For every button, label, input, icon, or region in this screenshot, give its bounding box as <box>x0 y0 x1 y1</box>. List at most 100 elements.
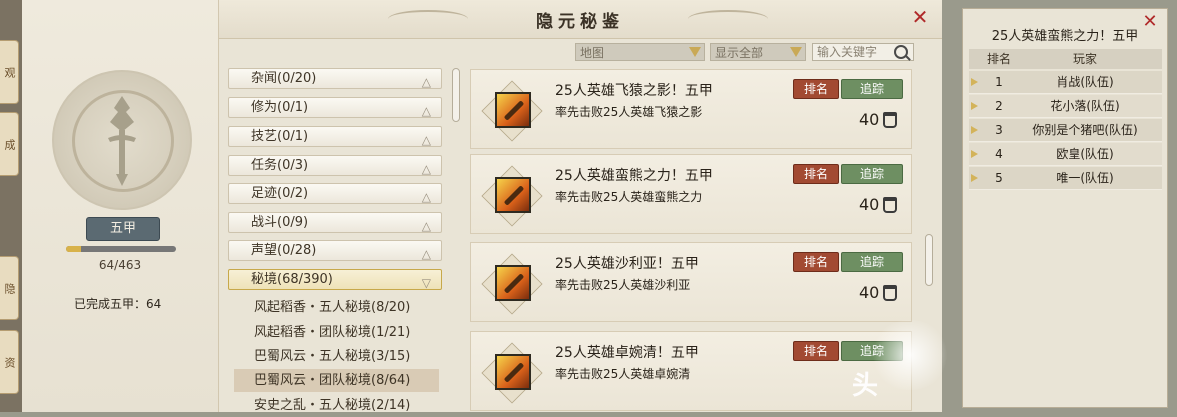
rank-button[interactable]: 排名 <box>793 252 839 272</box>
category-item[interactable]: 任务(0/3) △ <box>228 155 442 176</box>
track-button[interactable]: 追踪 <box>841 164 903 184</box>
track-button[interactable]: 追踪 <box>841 79 903 99</box>
achievement-desc: 率先击败25人英雄卓婉清 <box>555 367 691 381</box>
progress-fill <box>66 246 82 252</box>
player-name: 唯一(队伍) <box>1056 171 1114 185</box>
sub-category-item[interactable]: 巴蜀风云・五人秘境(3/15) <box>234 345 439 368</box>
category-item-active[interactable]: 秘境(68/390) ▽ <box>228 269 442 290</box>
watermark-glow <box>870 320 950 390</box>
reward-icon <box>883 197 897 213</box>
sub-category-item[interactable]: 安史之乱・五人秘境(2/14) <box>234 394 439 417</box>
map-dropdown[interactable]: 地图 <box>575 43 705 61</box>
rank-number: 3 <box>995 123 1003 137</box>
category-item[interactable]: 战斗(0/9) △ <box>228 212 442 233</box>
collapse-arrow-icon: △ <box>421 247 431 261</box>
row-marker-icon <box>971 174 978 182</box>
col-rank-header: 排名 <box>987 52 1012 66</box>
track-button[interactable]: 追踪 <box>841 252 903 272</box>
rank-button[interactable]: 排名 <box>793 164 839 184</box>
side-tab-3[interactable]: 隐 <box>0 256 19 320</box>
category-label: 修为(0/1) <box>251 100 309 115</box>
achievement-icon <box>495 177 531 213</box>
close-ranking-button[interactable]: ✕ <box>1141 13 1159 31</box>
side-tab-1[interactable]: 观 <box>0 40 19 104</box>
ranking-header: 排名 玩家 <box>969 49 1162 69</box>
achievement-icon <box>495 92 531 128</box>
reward-icon <box>883 285 897 301</box>
expand-arrow-icon: ▽ <box>421 276 431 290</box>
ranking-row: 4 欧皇(队伍) <box>969 143 1162 166</box>
ranking-row: 3 你别是个猪吧(队伍) <box>969 119 1162 142</box>
sub-category-item[interactable]: 风起稻香・五人秘境(8/20) <box>234 296 439 319</box>
map-dropdown-label: 地图 <box>580 46 605 60</box>
achievement-card: 25人英雄蛮熊之力！五甲 率先击败25人英雄蛮熊之力 排名 追踪 40 <box>470 154 912 234</box>
category-item[interactable]: 杂闻(0/20) △ <box>228 68 442 89</box>
sub-category-item-selected[interactable]: 巴蜀风云・团队秘境(8/64) <box>234 369 439 392</box>
achievement-points: 40 <box>859 110 880 129</box>
col-player-header: 玩家 <box>1072 52 1097 66</box>
sword-emblem-icon <box>108 96 136 186</box>
player-name: 肖战(队伍) <box>1056 75 1114 89</box>
search-icon[interactable] <box>894 45 908 59</box>
show-filter-dropdown[interactable]: 显示全部 <box>710 43 806 61</box>
row-marker-icon <box>971 150 978 158</box>
achievement-card: 25人英雄卓婉清！五甲 率先击败25人英雄卓婉清 排名 追踪 <box>470 331 912 411</box>
side-tab-4[interactable]: 资 <box>0 330 19 394</box>
category-item[interactable]: 修为(0/1) △ <box>228 97 442 118</box>
category-label: 杂闻(0/20) <box>251 71 317 86</box>
achievement-icon <box>495 354 531 390</box>
achievement-points: 40 <box>859 283 880 302</box>
title-bar: 隐元秘鉴 <box>218 0 942 39</box>
category-label: 战斗(0/9) <box>251 215 309 230</box>
row-marker-icon <box>971 102 978 110</box>
achievement-icon <box>495 265 531 301</box>
close-window-button[interactable]: ✕ <box>910 7 930 27</box>
rank-number: 2 <box>995 99 1003 113</box>
rank-number: 4 <box>995 147 1003 161</box>
player-name: 欧皇(队伍) <box>1056 147 1114 161</box>
chevron-down-icon <box>790 47 802 57</box>
achievement-desc: 率先击败25人英雄飞猿之影 <box>555 105 703 119</box>
achievement-scrollbar[interactable] <box>925 234 933 286</box>
category-scrollbar[interactable] <box>452 68 460 122</box>
achievement-title: 25人英雄蛮熊之力！五甲 <box>555 168 713 184</box>
achievement-desc: 率先击败25人英雄蛮熊之力 <box>555 190 703 204</box>
category-item[interactable]: 足迹(0/2) △ <box>228 183 442 204</box>
rank-button[interactable]: 排名 <box>793 341 839 361</box>
category-item[interactable]: 声望(0/28) △ <box>228 240 442 261</box>
ranking-title: 25人英雄蛮熊之力！五甲 <box>991 29 1139 44</box>
category-list: 杂闻(0/20) △ 修为(0/1) △ 技艺(0/1) △ 任务(0/3) △ 足迹(… <box>228 66 444 413</box>
ranking-row: 2 花小落(队伍) <box>969 95 1162 118</box>
side-tab-strip: 观 成 隐 资 <box>0 0 22 412</box>
profile-panel: 五甲 64/463 已完成五甲：64 <box>22 0 219 412</box>
completed-count: 已完成五甲：64 <box>74 297 162 311</box>
achievement-title: 25人英雄飞猿之影！五甲 <box>555 83 713 99</box>
collapse-arrow-icon: △ <box>421 133 431 147</box>
ranking-panel: 25人英雄蛮熊之力！五甲 ✕ 排名 玩家 1 肖战(队伍) 2 花小落(队伍) … <box>962 8 1168 408</box>
category-item[interactable]: 技艺(0/1) △ <box>228 126 442 147</box>
row-marker-icon <box>971 78 978 86</box>
rank-emblem <box>52 70 192 210</box>
collapse-arrow-icon: △ <box>421 162 431 176</box>
side-tab-2[interactable]: 成 <box>0 112 19 176</box>
sub-category-item[interactable]: 风起稻香・团队秘境(1/21) <box>234 321 439 344</box>
rank-number: 1 <box>995 75 1003 89</box>
ranking-row: 5 唯一(队伍) <box>969 167 1162 190</box>
rank-number: 5 <box>995 171 1003 185</box>
category-label: 任务(0/3) <box>251 158 309 173</box>
category-label: 秘境(68/390) <box>251 272 333 287</box>
achievement-card: 25人英雄飞猿之影！五甲 率先击败25人英雄飞猿之影 排名 追踪 40 <box>470 69 912 149</box>
achievement-title: 25人英雄卓婉清！五甲 <box>555 345 699 361</box>
show-filter-label: 显示全部 <box>715 46 764 60</box>
collapse-arrow-icon: △ <box>421 75 431 89</box>
achievement-list: 25人英雄飞猿之影！五甲 率先击败25人英雄飞猿之影 排名 追踪 40 25人英… <box>470 66 915 412</box>
progress-text: 64/463 <box>98 258 142 272</box>
row-marker-icon <box>971 126 978 134</box>
window-title: 隐元秘鉴 <box>536 12 624 32</box>
rank-button[interactable]: 排名 <box>793 79 839 99</box>
chevron-down-icon <box>689 47 701 57</box>
achievement-title: 25人英雄沙利亚！五甲 <box>555 256 699 272</box>
ranking-row: 1 肖战(队伍) <box>969 71 1162 94</box>
category-label: 声望(0/28) <box>251 243 317 258</box>
category-label: 技艺(0/1) <box>251 129 309 144</box>
